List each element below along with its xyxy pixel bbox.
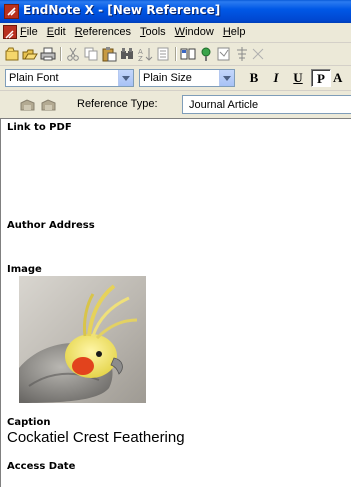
reference-fields-panel: Link to PDF Author Address Image Caption…: [0, 119, 351, 487]
endnote-app-icon[interactable]: [4, 4, 19, 19]
main-toolbar: AZ: [0, 43, 351, 66]
menu-bar: File Edit References Tools Window Help: [0, 23, 351, 43]
bold-button[interactable]: B: [244, 69, 264, 87]
paste-icon[interactable]: [101, 46, 117, 62]
plain-text-button[interactable]: P: [311, 69, 331, 87]
find-icon[interactable]: [119, 46, 135, 62]
reference-type-bar: Reference Type: Journal Article: [0, 91, 351, 119]
insert-citation-icon[interactable]: [216, 46, 232, 62]
previous-reference-icon[interactable]: [20, 98, 35, 111]
link-to-pdf-field[interactable]: [1, 137, 351, 217]
italic-button[interactable]: I: [266, 69, 286, 87]
toolbar-separator: [60, 47, 62, 61]
document-system-icon[interactable]: [3, 25, 17, 39]
format-toolbar: Plain Font Plain Size B I U P A: [0, 66, 351, 91]
image-label: Image: [7, 264, 42, 275]
format-bibliography-icon[interactable]: [234, 46, 250, 62]
menu-tools[interactable]: Tools: [140, 26, 166, 38]
size-select[interactable]: Plain Size: [139, 69, 235, 87]
title-bar[interactable]: EndNote X - [New Reference]: [0, 0, 351, 23]
link-to-pdf-label: Link to PDF: [7, 122, 72, 133]
author-address-label: Author Address: [7, 220, 95, 231]
next-reference-icon[interactable]: [41, 98, 56, 111]
access-date-field[interactable]: [1, 475, 351, 487]
more-tools-icon[interactable]: [250, 46, 266, 62]
font-select[interactable]: Plain Font: [5, 69, 134, 87]
window-title: EndNote X - [New Reference]: [23, 3, 221, 17]
font-select-value: Plain Font: [9, 72, 59, 84]
reference-type-label: Reference Type:: [77, 98, 158, 110]
caption-label: Caption: [7, 417, 51, 428]
svg-text:Z: Z: [138, 55, 143, 62]
font-dropdown-arrow-icon[interactable]: [118, 70, 133, 86]
menu-window[interactable]: Window: [175, 26, 214, 38]
reference-type-value: Journal Article: [189, 99, 259, 111]
access-date-label: Access Date: [7, 461, 76, 472]
menu-help[interactable]: Help: [223, 26, 246, 38]
cockatiel-image[interactable]: [19, 276, 146, 403]
menu-items: File Edit References Tools Window Help: [20, 26, 245, 38]
show-all-icon[interactable]: [155, 46, 171, 62]
menu-references[interactable]: References: [75, 26, 131, 38]
copy-formatted-icon[interactable]: [180, 46, 196, 62]
new-reference-icon[interactable]: [4, 46, 20, 62]
copy-icon[interactable]: [83, 46, 99, 62]
more-format-button[interactable]: A: [333, 69, 351, 87]
cut-icon[interactable]: [65, 46, 81, 62]
sort-icon[interactable]: AZ: [137, 46, 153, 62]
menu-edit[interactable]: Edit: [47, 26, 66, 38]
online-search-icon[interactable]: [198, 46, 214, 62]
caption-field[interactable]: Cockatiel Crest Feathering: [7, 429, 185, 446]
print-icon[interactable]: [40, 46, 56, 62]
size-select-value: Plain Size: [143, 72, 192, 84]
underline-button[interactable]: U: [288, 69, 308, 87]
endnote-window: EndNote X - [New Reference] File Edit Re…: [0, 0, 351, 487]
size-dropdown-arrow-icon[interactable]: [219, 70, 234, 86]
open-library-icon[interactable]: [22, 46, 38, 62]
reference-type-select[interactable]: Journal Article: [182, 95, 351, 114]
author-address-field[interactable]: [1, 235, 351, 263]
menu-file[interactable]: File: [20, 26, 38, 38]
toolbar-separator: [175, 47, 177, 61]
